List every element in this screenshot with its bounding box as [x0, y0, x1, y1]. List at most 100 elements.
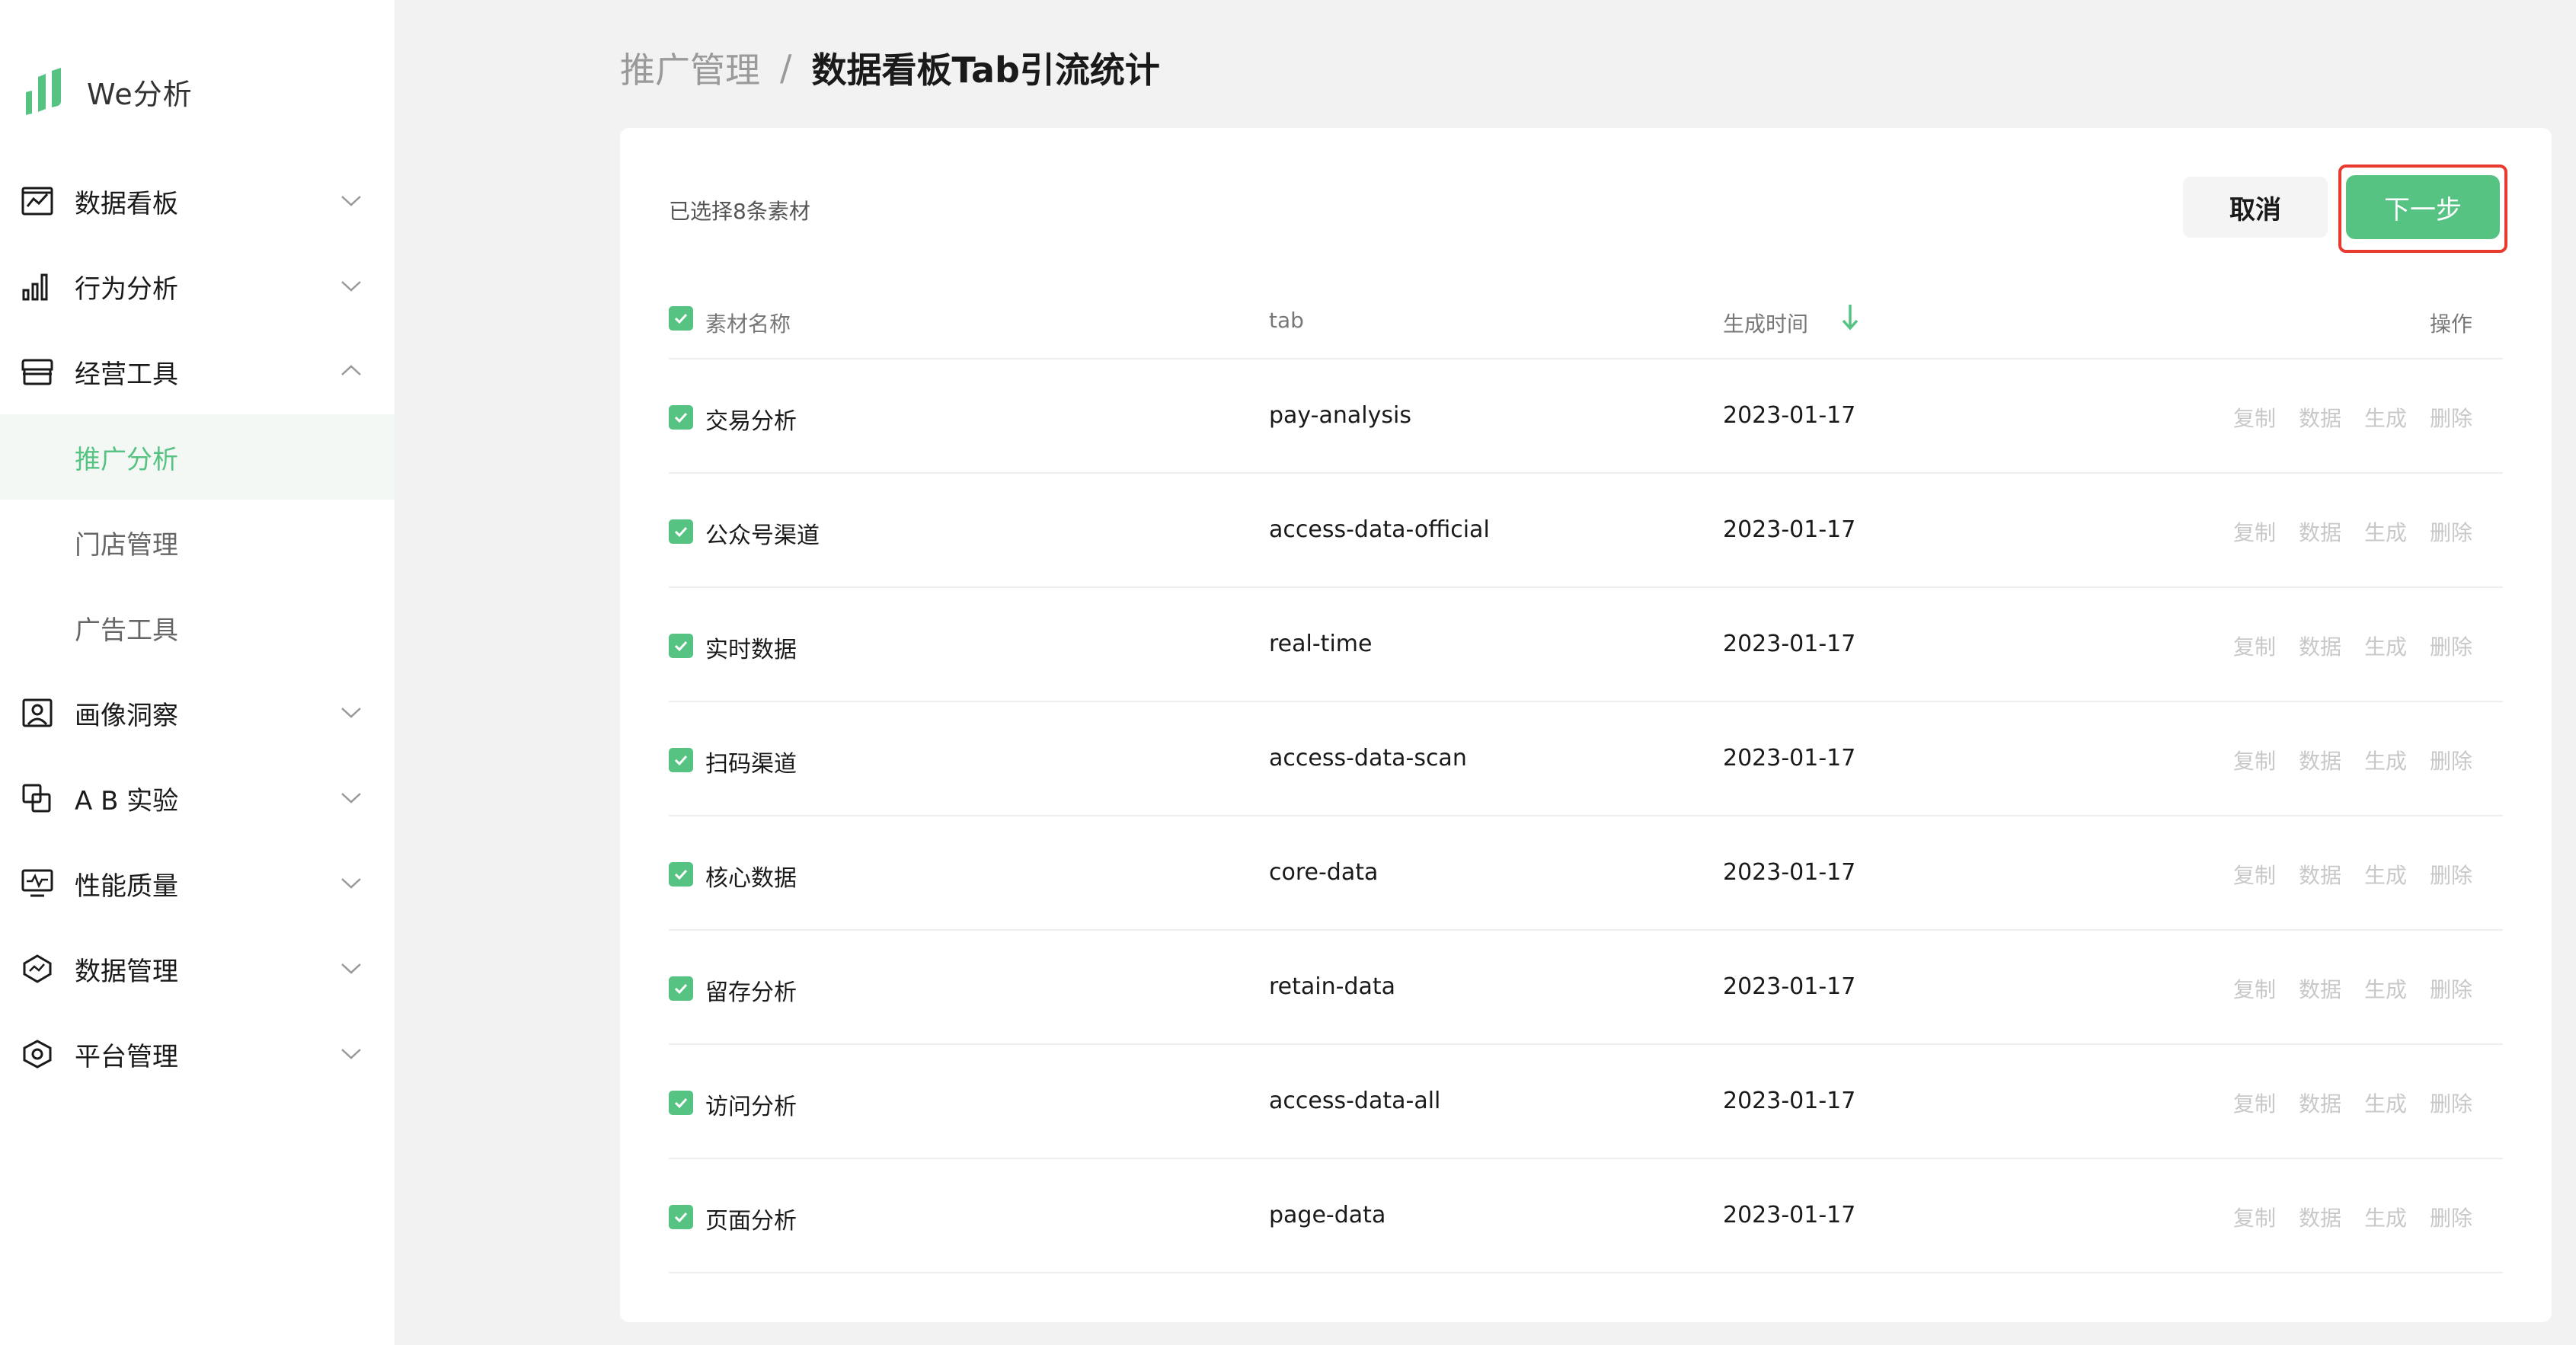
breadcrumb: 推广管理 / 数据看板Tab引流统计: [620, 43, 1160, 93]
copy-action[interactable]: 复制: [2233, 745, 2276, 775]
cell-tab: retain-data: [1269, 973, 1396, 1000]
nav-label: 数据管理: [75, 956, 178, 987]
table-row: 访问分析 access-data-all 2023-01-17 复制 数据 生成…: [669, 1045, 2503, 1159]
copy-action[interactable]: 复制: [2233, 631, 2276, 661]
app-name: We分析: [87, 77, 193, 111]
ab-test-icon: [22, 784, 51, 813]
nav-item-dashboard[interactable]: 数据看板: [0, 158, 395, 244]
bar-chart-icon: [22, 273, 48, 301]
generate-action[interactable]: 生成: [2364, 1088, 2407, 1118]
breadcrumb-parent[interactable]: 推广管理: [620, 43, 760, 93]
nav-label: A B 实验: [75, 785, 179, 816]
row-checkbox[interactable]: [669, 862, 693, 887]
chevron-down-icon: [341, 963, 361, 974]
cell-tab: access-data-scan: [1269, 745, 1467, 772]
sidebar-subitem-store-management[interactable]: 门店管理: [0, 500, 395, 585]
sort-descending-icon[interactable]: [1840, 302, 1860, 332]
nav-label: 经营工具: [75, 359, 178, 390]
material-table: 素材名称 tab 生成时间 操作 交易分析 pay-analysis 2023-…: [669, 280, 2503, 1273]
cell-material-name: 交易分析: [705, 408, 797, 435]
cell-material-name: 实时数据: [705, 637, 797, 663]
nav-item-platform-management[interactable]: 平台管理: [0, 1011, 395, 1097]
data-action[interactable]: 数据: [2299, 973, 2341, 1004]
cell-material-name: 公众号渠道: [705, 522, 820, 549]
select-all-checkbox[interactable]: [669, 306, 693, 331]
nav-item-performance[interactable]: 性能质量: [0, 841, 395, 926]
delete-action[interactable]: 删除: [2430, 745, 2472, 775]
delete-action[interactable]: 删除: [2430, 1088, 2472, 1118]
nav-item-behavior[interactable]: 行为分析: [0, 244, 395, 329]
cell-material-name: 留存分析: [705, 979, 797, 1006]
copy-action[interactable]: 复制: [2233, 1202, 2276, 1232]
nav-item-ab-test[interactable]: A B 实验: [0, 756, 395, 841]
generate-action[interactable]: 生成: [2364, 859, 2407, 890]
delete-action[interactable]: 删除: [2430, 631, 2472, 661]
nav-item-data-management[interactable]: 数据管理: [0, 926, 395, 1011]
cell-created-time: 2023-01-17: [1723, 631, 1856, 657]
cell-created-time: 2023-01-17: [1723, 859, 1856, 886]
delete-action[interactable]: 删除: [2430, 859, 2472, 890]
row-actions: 复制 数据 生成 删除: [2210, 516, 2472, 547]
row-checkbox[interactable]: [669, 748, 693, 772]
monitor-icon: [21, 869, 53, 897]
next-step-button[interactable]: 下一步: [2346, 175, 2500, 239]
check-icon: [674, 1212, 688, 1223]
header-ops: 操作: [2429, 311, 2472, 337]
data-action[interactable]: 数据: [2299, 402, 2341, 433]
subitem-label: 推广分析: [75, 444, 178, 475]
row-checkbox[interactable]: [669, 1091, 693, 1115]
delete-action[interactable]: 删除: [2430, 1202, 2472, 1232]
row-checkbox[interactable]: [669, 634, 693, 658]
header-time[interactable]: 生成时间: [1723, 308, 1808, 338]
delete-action[interactable]: 删除: [2430, 516, 2472, 547]
data-action[interactable]: 数据: [2299, 745, 2341, 775]
generate-action[interactable]: 生成: [2364, 1202, 2407, 1232]
data-action[interactable]: 数据: [2299, 859, 2341, 890]
sidebar-subitem-promotion-analysis[interactable]: 推广分析: [0, 414, 395, 500]
data-action[interactable]: 数据: [2299, 1202, 2341, 1232]
delete-action[interactable]: 删除: [2430, 402, 2472, 433]
copy-action[interactable]: 复制: [2233, 402, 2276, 433]
cell-created-time: 2023-01-17: [1723, 973, 1856, 1000]
cell-material-name: 扫码渠道: [705, 751, 797, 778]
row-actions: 复制 数据 生成 删除: [2210, 973, 2472, 1004]
check-icon: [674, 1097, 688, 1109]
copy-action[interactable]: 复制: [2233, 973, 2276, 1004]
row-checkbox[interactable]: [669, 405, 693, 430]
copy-action[interactable]: 复制: [2233, 1088, 2276, 1118]
generate-action[interactable]: 生成: [2364, 631, 2407, 661]
delete-action[interactable]: 删除: [2430, 973, 2472, 1004]
cell-created-time: 2023-01-17: [1723, 745, 1856, 772]
generate-action[interactable]: 生成: [2364, 516, 2407, 547]
data-action[interactable]: 数据: [2299, 516, 2341, 547]
nav-item-business-tools[interactable]: 经营工具: [0, 329, 395, 414]
sidebar-subitem-ad-tools[interactable]: 广告工具: [0, 585, 395, 670]
cell-created-time: 2023-01-17: [1723, 1088, 1856, 1114]
cell-tab: page-data: [1269, 1202, 1386, 1228]
check-icon: [674, 313, 688, 324]
data-action[interactable]: 数据: [2299, 631, 2341, 661]
brand: We分析: [23, 64, 193, 119]
cell-tab: pay-analysis: [1269, 402, 1411, 429]
cell-material-name: 访问分析: [705, 1094, 797, 1120]
nav-item-portrait-insight[interactable]: 画像洞察: [0, 670, 395, 756]
copy-action[interactable]: 复制: [2233, 516, 2276, 547]
cancel-button[interactable]: 取消: [2183, 177, 2328, 238]
generate-action[interactable]: 生成: [2364, 973, 2407, 1004]
row-actions: 复制 数据 生成 删除: [2210, 1088, 2472, 1118]
row-actions: 复制 数据 生成 删除: [2210, 1202, 2472, 1232]
row-checkbox[interactable]: [669, 519, 693, 544]
copy-action[interactable]: 复制: [2233, 859, 2276, 890]
data-action[interactable]: 数据: [2299, 1088, 2341, 1118]
page-title: 数据看板Tab引流统计: [811, 50, 1160, 91]
row-checkbox[interactable]: [669, 976, 693, 1001]
row-checkbox[interactable]: [669, 1205, 693, 1229]
generate-action[interactable]: 生成: [2364, 745, 2407, 775]
cell-material-name: 页面分析: [705, 1208, 797, 1235]
generate-action[interactable]: 生成: [2364, 402, 2407, 433]
cell-tab: access-data-official: [1269, 516, 1490, 543]
check-icon: [674, 755, 688, 766]
data-shield-icon: [23, 954, 52, 983]
cell-material-name: 核心数据: [705, 865, 797, 892]
cell-created-time: 2023-01-17: [1723, 1202, 1856, 1228]
